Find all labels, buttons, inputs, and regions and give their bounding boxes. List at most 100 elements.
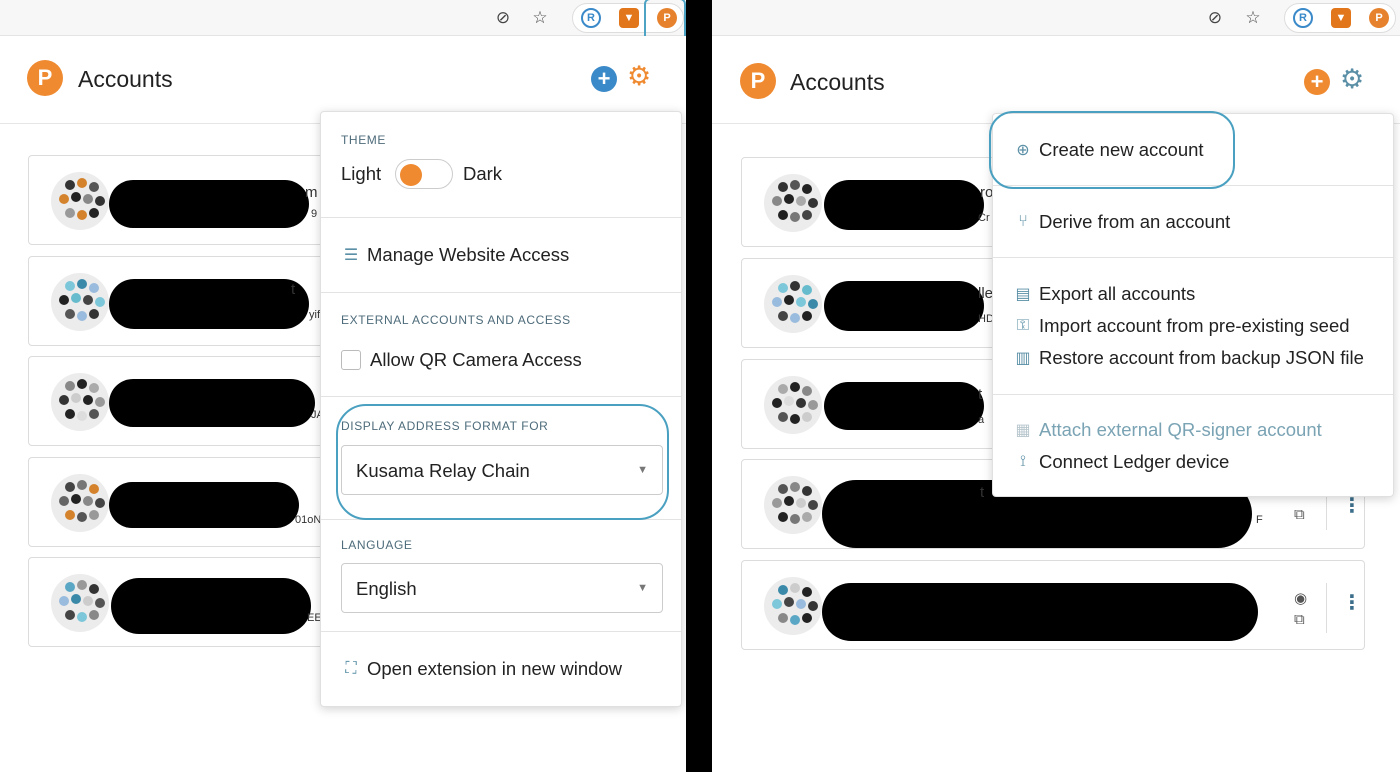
extension-tray: R ▼ P <box>1284 3 1396 33</box>
redacted-name <box>109 279 309 329</box>
attach-qr-label: Attach external QR-signer account <box>1039 419 1322 440</box>
add-account-button[interactable]: + <box>591 66 617 92</box>
expand-icon: ⛶ <box>345 660 357 677</box>
manage-website-access-item[interactable]: ☰ Manage Website Access <box>341 244 569 266</box>
account-name-fragment: t <box>291 281 296 298</box>
polkadot-extension-icon[interactable]: P <box>1369 8 1389 28</box>
metamask-fox-icon[interactable]: ▼ <box>1331 8 1351 28</box>
divider <box>1326 583 1327 633</box>
open-new-window-label: Open extension in new window <box>367 658 623 679</box>
account-name-fragment: t <box>980 484 985 501</box>
import-seed-label: Import account from pre-existing seed <box>1039 315 1350 336</box>
branch-icon: ⑂ <box>1018 213 1028 230</box>
checklist-icon: ☰ <box>343 247 359 264</box>
derive-account-label: Derive from an account <box>1039 211 1231 232</box>
external-accounts-label: EXTERNAL ACCOUNTS AND ACCESS <box>341 313 571 327</box>
eye-off-icon[interactable]: ⊘ <box>492 7 514 29</box>
qr-camera-checkbox[interactable] <box>341 350 361 370</box>
more-options-icon[interactable]: ⋮ <box>1342 496 1362 516</box>
key-icon: ⚿ <box>1016 317 1030 334</box>
connect-ledger-label: Connect Ledger device <box>1039 451 1230 472</box>
account-identicon <box>764 174 822 232</box>
account-identicon <box>51 474 109 532</box>
derive-account-item[interactable]: ⑂ Derive from an account <box>1013 211 1230 233</box>
eye-off-icon[interactable]: ⊘ <box>1204 7 1226 29</box>
qr-camera-label: Allow QR Camera Access <box>370 349 582 370</box>
add-account-button[interactable]: + <box>1304 69 1330 95</box>
account-card[interactable]: m 9 <box>28 155 348 245</box>
settings-gear-icon[interactable]: ⚙ <box>1340 66 1364 93</box>
eye-icon[interactable]: ◉ <box>1294 589 1307 607</box>
account-card[interactable]: JA <box>28 356 348 446</box>
account-address-fragment: yif <box>309 309 320 321</box>
export-all-item[interactable]: ▤ Export all accounts <box>1013 283 1195 305</box>
address-format-highlight <box>336 404 669 520</box>
import-seed-item[interactable]: ⚿ Import account from pre-existing seed <box>1013 315 1350 337</box>
account-identicon <box>51 172 109 230</box>
account-card[interactable]: 01oN <box>28 457 348 547</box>
copy-icon[interactable]: ⧉ <box>1294 506 1305 523</box>
star-icon[interactable]: ☆ <box>529 7 551 29</box>
redacted-name <box>109 482 299 528</box>
theme-dark-label: Dark <box>463 163 503 184</box>
usb-icon: ⟟ <box>1020 453 1026 470</box>
account-name-fragment: m <box>305 184 318 201</box>
browser-toolbar: ⊘ ☆ R ▼ P <box>712 0 1400 36</box>
left-screenshot: ⊘ ☆ R ▼ P P Accounts + ⚙ m 9 t yif JA 01… <box>0 0 686 772</box>
account-card[interactable]: t yif <box>28 256 348 346</box>
more-options-icon[interactable]: ⋮ <box>1342 593 1362 613</box>
metamask-fox-icon[interactable]: ▼ <box>619 8 639 28</box>
connect-ledger-item[interactable]: ⟟ Connect Ledger device <box>1013 451 1229 473</box>
page-title: Accounts <box>78 66 173 92</box>
restore-json-label: Restore account from backup JSON file <box>1039 347 1364 368</box>
file-export-icon: ▤ <box>1015 286 1031 303</box>
account-card[interactable]: ◉ ⧉ ⋮ <box>741 560 1365 650</box>
redacted-name <box>109 180 309 228</box>
account-identicon <box>764 275 822 333</box>
account-card[interactable]: EE <box>28 557 348 647</box>
theme-toggle[interactable] <box>395 159 453 189</box>
derive-section: ⑂ Derive from an account <box>993 186 1393 258</box>
redacted-name <box>111 578 311 634</box>
account-address-fragment: 01oN <box>295 514 322 526</box>
redacted-name <box>824 281 984 331</box>
language-label: LANGUAGE <box>341 538 413 552</box>
extension-r-icon[interactable]: R <box>581 8 601 28</box>
open-new-window-item[interactable]: ⛶ Open extension in new window <box>341 658 622 680</box>
account-identicon <box>51 273 109 331</box>
account-card[interactable]: lle HD <box>741 258 1001 348</box>
right-screenshot: ⊘ ☆ R ▼ P P Accounts + ⚙ rog Cr lle HD t… <box>712 0 1400 772</box>
restore-json-item[interactable]: ▥ Restore account from backup JSON file <box>1013 347 1364 369</box>
browser-toolbar: ⊘ ☆ R ▼ P <box>0 0 686 42</box>
qr-code-icon: ▦ <box>1015 422 1031 439</box>
account-card[interactable]: rog Cr <box>741 157 1002 247</box>
attach-qr-item[interactable]: ▦ Attach external QR-signer account <box>1013 419 1322 441</box>
polkadot-logo-icon: P <box>740 63 776 99</box>
account-address-fragment: F <box>1256 514 1263 526</box>
theme-light-label: Light <box>341 163 382 184</box>
account-identicon <box>51 373 109 431</box>
account-name-fragment: lle <box>978 285 994 302</box>
export-all-label: Export all accounts <box>1039 283 1196 304</box>
theme-section: THEME Light Dark <box>321 112 681 218</box>
language-select[interactable]: English ▼ <box>341 563 663 613</box>
settings-gear-icon[interactable]: ⚙ <box>627 63 651 90</box>
account-address-fragment: a <box>978 414 985 426</box>
polkadot-logo-icon: P <box>27 60 63 96</box>
account-card[interactable]: t a <box>741 359 1001 449</box>
manage-website-access-label: Manage Website Access <box>367 244 570 265</box>
toggle-knob <box>400 164 422 186</box>
copy-icon[interactable]: ⧉ <box>1294 611 1305 628</box>
page-title: Accounts <box>790 69 885 95</box>
star-icon[interactable]: ☆ <box>1242 7 1264 29</box>
account-identicon <box>764 376 822 434</box>
redacted-name <box>109 379 315 427</box>
redacted-name <box>824 180 984 230</box>
extension-r-icon[interactable]: R <box>1293 8 1313 28</box>
account-name-fragment: t <box>978 386 983 403</box>
redacted-name <box>824 382 984 430</box>
external-section: EXTERNAL ACCOUNTS AND ACCESS Allow QR Ca… <box>321 293 681 397</box>
chevron-down-icon: ▼ <box>637 582 648 594</box>
account-identicon <box>51 574 109 632</box>
redacted-name <box>822 583 1258 641</box>
